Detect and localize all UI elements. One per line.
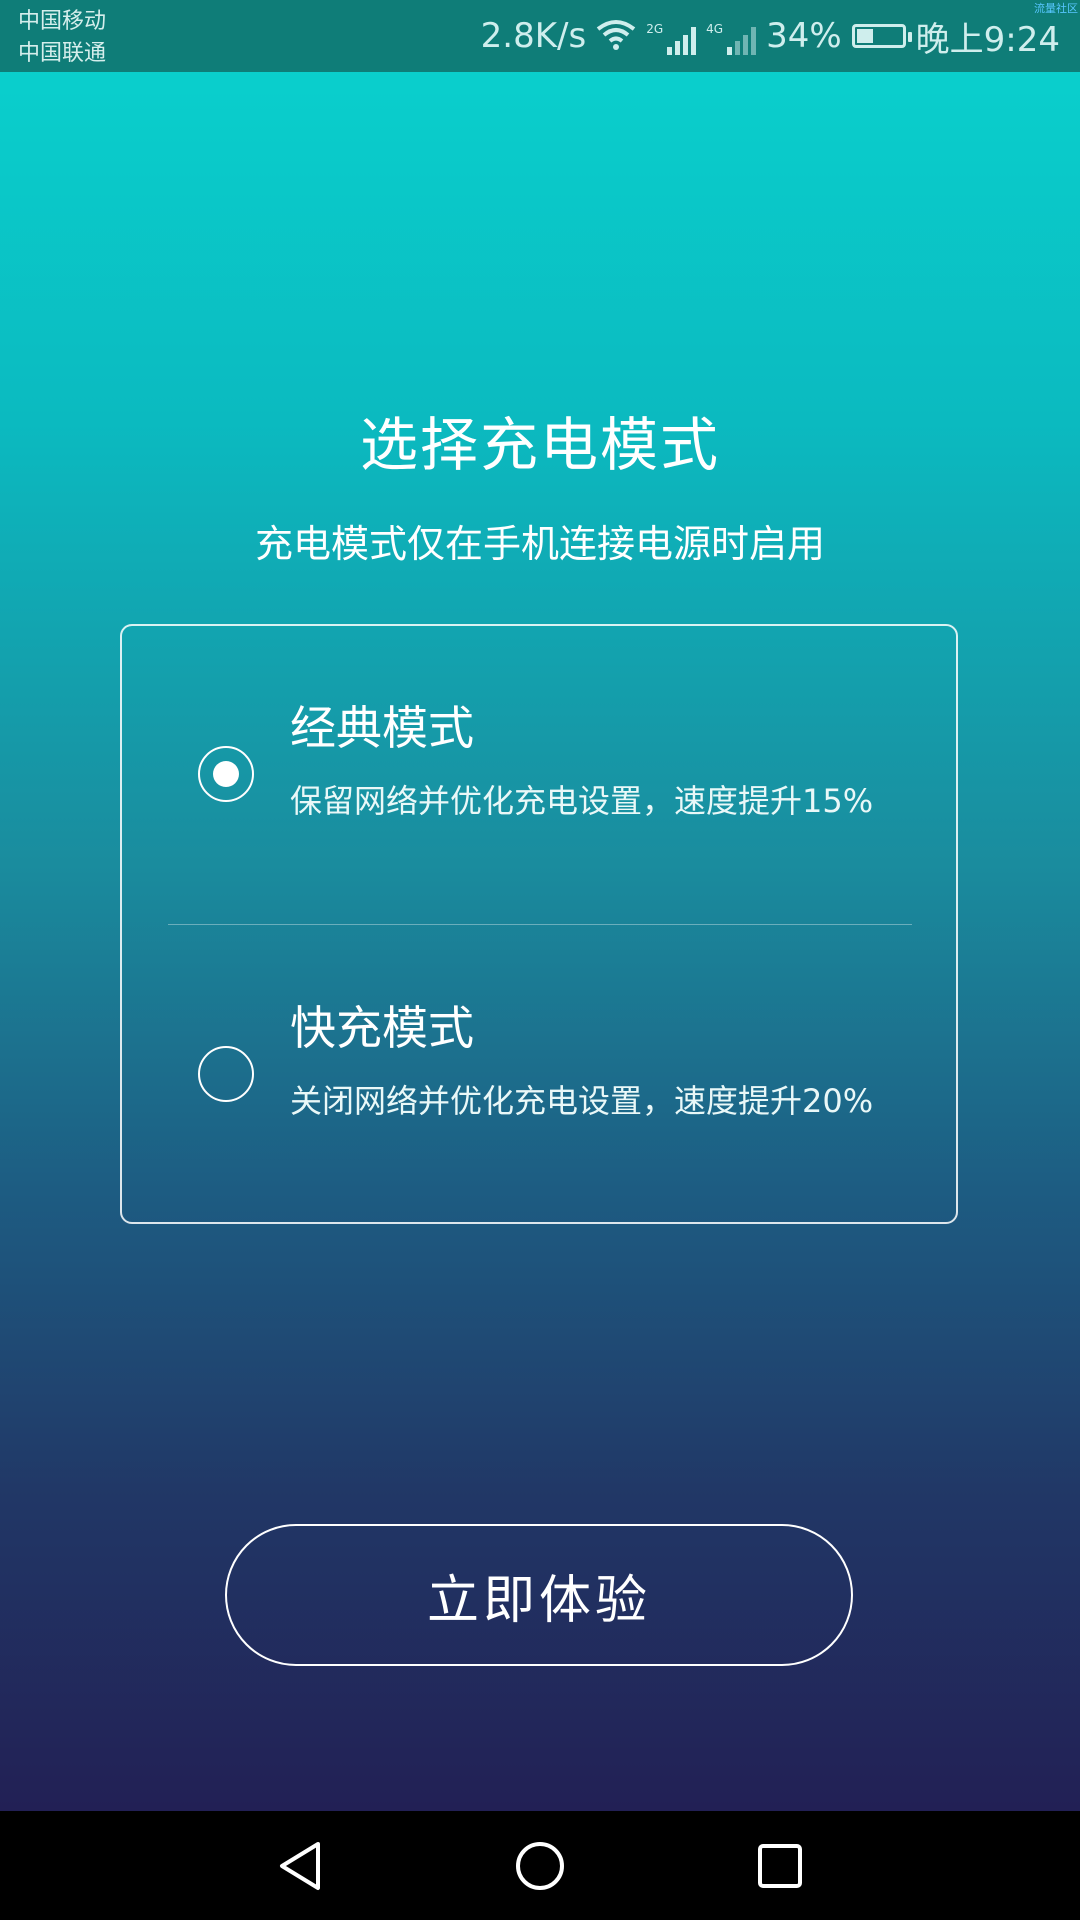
- page-subtitle: 充电模式仅在手机连接电源时启用: [254, 522, 825, 566]
- clock: 晚上9:24: [915, 19, 1060, 60]
- page-title: 选择充电模式: [359, 411, 720, 479]
- carrier-2: 中国联通: [18, 41, 107, 66]
- signal-bars-icon: [667, 25, 697, 55]
- radio-unselected-icon[interactable]: [198, 1046, 254, 1102]
- battery-percent: 34%: [766, 16, 842, 56]
- home-icon[interactable]: [505, 1831, 575, 1901]
- radio-selected-icon[interactable]: [198, 746, 254, 802]
- recent-apps-icon[interactable]: [745, 1831, 815, 1901]
- signal-4g: 4G: [706, 17, 757, 55]
- option-title: 快充模式: [290, 1001, 474, 1055]
- option-classic-mode[interactable]: 经典模式 保留网络并优化充电设置，速度提升15%: [122, 626, 956, 924]
- carrier-info: 中国移动 中国联通: [18, 6, 106, 70]
- network-speed: 2.8K/s: [480, 16, 587, 56]
- status-indicators: 2.8K/s 2G 4G 34% 晚上9:24: [481, 0, 1060, 72]
- net-type-2g: 2G: [646, 22, 664, 36]
- battery-charging-icon: [851, 24, 912, 48]
- signal-bars-icon: [727, 25, 757, 55]
- divider: [168, 924, 912, 925]
- option-description: 关闭网络并优化充电设置，速度提升20%: [290, 1082, 874, 1120]
- watermark-text: 流量社区: [1034, 2, 1078, 15]
- try-now-button[interactable]: 立即体验: [225, 1524, 853, 1666]
- mode-card: 经典模式 保留网络并优化充电设置，速度提升15% 快充模式 关闭网络并优化充电设…: [120, 624, 958, 1224]
- wifi-icon: [596, 17, 636, 55]
- net-type-4g: 4G: [706, 22, 724, 36]
- back-icon[interactable]: [265, 1831, 335, 1901]
- status-bar: 中国移动 中国联通 2.8K/s 2G 4G 34% 晚上9:24 流量社区: [0, 0, 1080, 72]
- navigation-bar: [0, 1811, 1080, 1920]
- signal-2g: 2G: [646, 17, 697, 55]
- option-fast-mode[interactable]: 快充模式 关闭网络并优化充电设置，速度提升20%: [122, 926, 956, 1224]
- carrier-1: 中国移动: [18, 9, 107, 34]
- option-description: 保留网络并优化充电设置，速度提升15%: [290, 782, 874, 820]
- option-title: 经典模式: [290, 701, 474, 755]
